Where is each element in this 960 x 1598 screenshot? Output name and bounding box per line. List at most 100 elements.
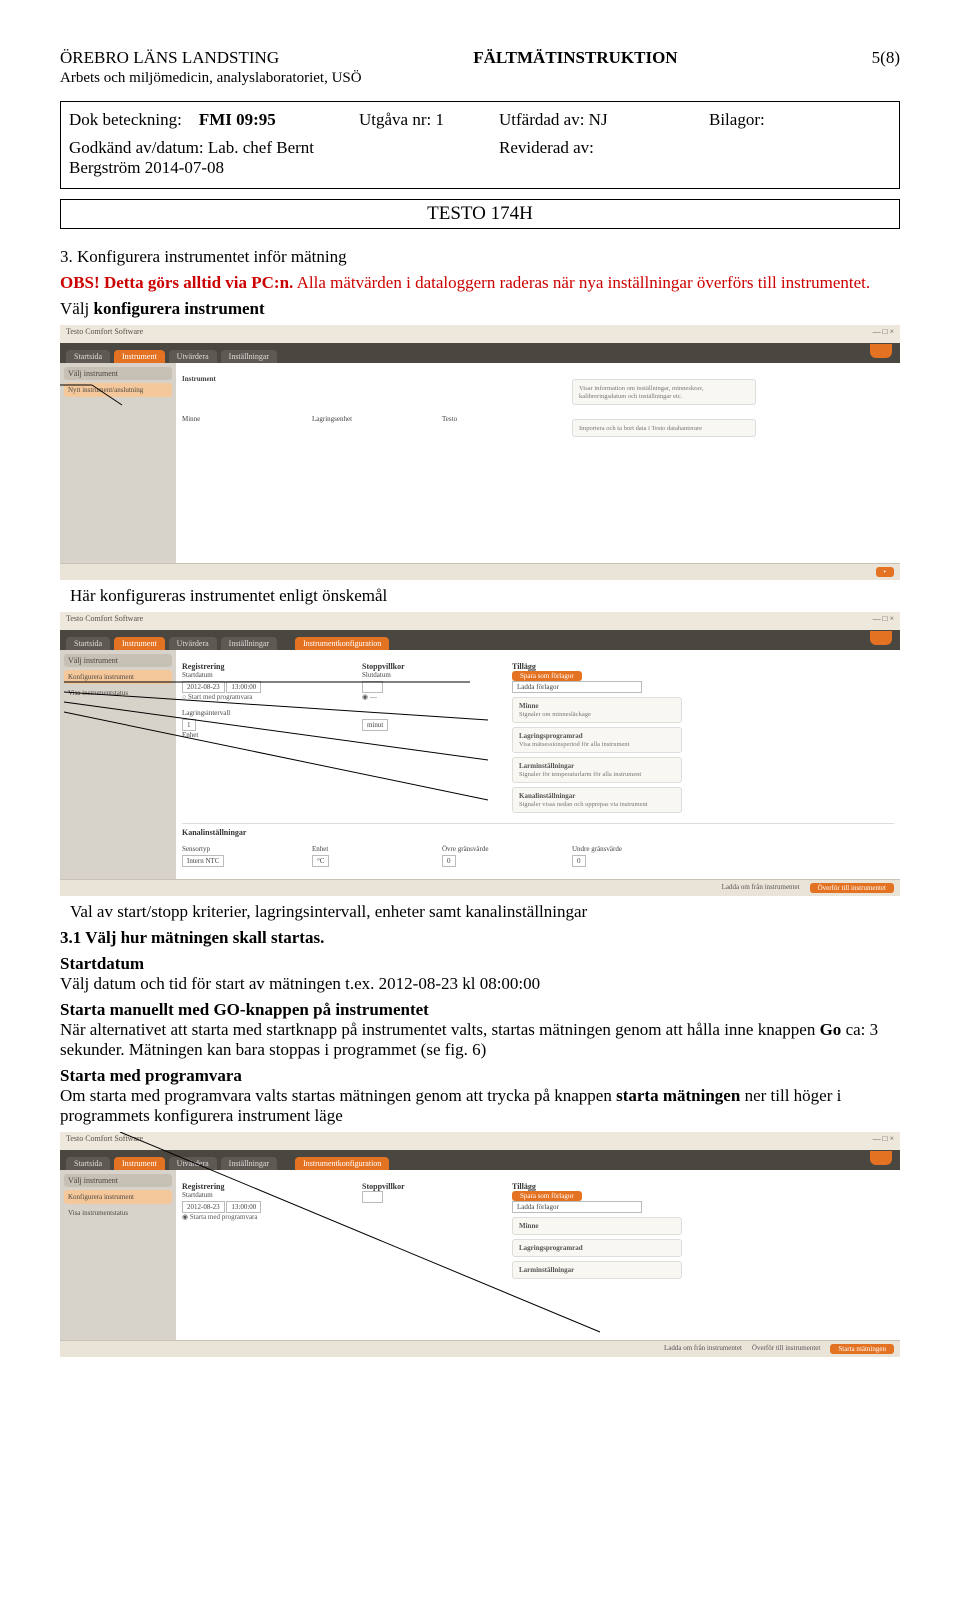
sshot1-info1: Visar information om inställningar, minn… bbox=[579, 385, 704, 400]
sshot3-tab-instr[interactable]: Instrument bbox=[114, 1157, 165, 1170]
s31-heading: 3.1 Välj hur mätningen skall startas. bbox=[60, 928, 900, 948]
sshot3-right-minne: Minne bbox=[519, 1222, 538, 1230]
utg-label: Utgåva nr: 1 bbox=[359, 110, 479, 130]
sshot2-side-head: Välj instrument bbox=[64, 654, 172, 667]
s31-pv-b1: Om starta med programvara valts startas … bbox=[60, 1086, 616, 1105]
testo-title-box: TESTO 174H bbox=[60, 199, 900, 229]
section-heading: 3. Konfigurera instrumentet inför mätnin… bbox=[60, 247, 900, 267]
sshot2-reg-lag-val[interactable]: 1 bbox=[182, 719, 196, 731]
org-name: ÖREBRO LÄNS LANDSTING bbox=[60, 48, 279, 68]
sshot1-footer-btn[interactable]: • bbox=[876, 567, 894, 577]
sshot2-right-kanal-t: Signaler visas nedan och upprepas via in… bbox=[519, 801, 648, 808]
sshot2-right-lagr: Lagringsprogramrad bbox=[519, 732, 583, 740]
sshot3-tab-start[interactable]: Startsida bbox=[66, 1157, 110, 1170]
doc-title: FÄLTMÄTINSTRUKTION bbox=[473, 48, 677, 68]
sshot3-reg-stdatum[interactable]: 2012-08-23 bbox=[182, 1201, 225, 1213]
sshot2-kan-en[interactable]: °C bbox=[312, 855, 329, 867]
sshot1-tab-instr[interactable]: Instrument bbox=[114, 350, 165, 363]
sshot2-kan-ovre-l: Övre gränsvärde bbox=[442, 845, 542, 853]
sshot3-stopp-h: Stoppvillkor bbox=[362, 1182, 405, 1191]
sshot1-p-lagr: Lagringsenhet bbox=[312, 415, 412, 423]
sshot2-tab-utv[interactable]: Utvärdera bbox=[169, 637, 217, 650]
s31-go-h: Starta manuellt med GO-knappen på instru… bbox=[60, 1000, 429, 1019]
sshot2-right-kanal: Kanalinställningar bbox=[519, 792, 575, 800]
sshot2-stopp-slut-l: Slutdatum bbox=[362, 671, 482, 679]
sshot2-winctl: — □ × bbox=[873, 614, 894, 628]
sshot1-testo-logo bbox=[870, 344, 892, 358]
rev-label: Reviderad av: bbox=[499, 138, 689, 178]
sshot1-p-minne: Minne bbox=[182, 415, 282, 423]
sshot2-stopp-radio[interactable]: — bbox=[370, 693, 377, 701]
caption-2: Val av start/stopp kriterier, lagringsin… bbox=[70, 902, 900, 922]
sshot2-side-status[interactable]: Visa instrumentstatus bbox=[64, 686, 172, 700]
sshot3-reg-h: Registrering bbox=[182, 1182, 225, 1191]
sshot3-tab-utv[interactable]: Utvärdera bbox=[169, 1157, 217, 1170]
sshot2-reg-sttid[interactable]: 13:00:00 bbox=[226, 681, 261, 693]
sshot3-side-status[interactable]: Visa instrumentstatus bbox=[64, 1206, 172, 1220]
s31-pv-h: Starta med programvara bbox=[60, 1066, 242, 1085]
sshot3-title: Testo Comfort Software bbox=[66, 1134, 143, 1148]
screenshot-3-anno: Testo Comfort Software — □ × Startsida In… bbox=[60, 1132, 900, 1357]
sshot3-right-save[interactable]: Spara som förlagor bbox=[512, 1191, 582, 1201]
sshot2-kan-ovre[interactable]: 0 bbox=[442, 855, 456, 867]
doc-header: ÖREBRO LÄNS LANDSTING FÄLTMÄTINSTRUKTION… bbox=[60, 48, 900, 68]
dok-label: Dok beteckning: bbox=[69, 110, 182, 129]
s31-sd: Startdatum bbox=[60, 954, 144, 973]
dok-value: FMI 09:95 bbox=[199, 110, 276, 129]
sshot2-tab-instr[interactable]: Instrument bbox=[114, 637, 165, 650]
sshot2-right-larm-t: Signaler för temperaturlarm för alla ins… bbox=[519, 771, 641, 778]
sshot2-right-load[interactable]: Ladda förlagor bbox=[512, 681, 642, 693]
sshot1-tab-inst[interactable]: Inställningar bbox=[221, 350, 277, 363]
obs-label: OBS! bbox=[60, 273, 100, 292]
sshot2-reg-min[interactable]: minut bbox=[362, 719, 388, 731]
s31-sd-body: Välj datum och tid för start av mätninge… bbox=[60, 974, 540, 993]
sshot2-kan-und[interactable]: 0 bbox=[572, 855, 586, 867]
sshot2-tab-konf[interactable]: Instrumentkonfiguration bbox=[295, 637, 389, 650]
sshot2-reg-startprog[interactable]: Start med programvara bbox=[188, 693, 253, 701]
sshot3-tab-inst[interactable]: Inställningar bbox=[221, 1157, 277, 1170]
sshot3-tab-konf[interactable]: Instrumentkonfiguration bbox=[295, 1157, 389, 1170]
sshot2-kan-sp[interactable]: Intern NTC bbox=[182, 855, 224, 867]
sshot2-kan-und-l: Undre gränsvärde bbox=[572, 845, 672, 853]
sshot3-stopp-val[interactable] bbox=[362, 1191, 383, 1203]
sshot1-title: Testo Comfort Software bbox=[66, 327, 143, 341]
sshot2-tab-start[interactable]: Startsida bbox=[66, 637, 110, 650]
sshot2-foot-reload[interactable]: Ladda om från instrumentet bbox=[722, 883, 800, 893]
sshot3-foot-transfer[interactable]: Överför till instrumentet bbox=[752, 1344, 820, 1354]
sshot2-reg-stdatum-l: Startdatum bbox=[182, 671, 332, 679]
sshot3-reg-sttid[interactable]: 13:00:00 bbox=[226, 1201, 261, 1213]
sshot2-side-konf[interactable]: Konfigurera instrument bbox=[64, 670, 172, 684]
sshot1-tab-utv[interactable]: Utvärdera bbox=[169, 350, 217, 363]
sshot3-right-lagr: Lagringsprogramrad bbox=[519, 1244, 583, 1252]
sshot3-foot-reload[interactable]: Ladda om från instrumentet bbox=[664, 1344, 742, 1354]
sshot2-right-minne: Minne bbox=[519, 702, 538, 710]
sshot1-side-item-new[interactable]: Nytt instrument/anslutning bbox=[64, 383, 172, 397]
sshot1-winctl: — □ × bbox=[873, 327, 894, 341]
sshot2-foot-transfer[interactable]: Överför till instrumentet bbox=[810, 883, 894, 893]
sshot3-side-konf[interactable]: Konfigurera instrument bbox=[64, 1190, 172, 1204]
utf-label: Utfärdad av: NJ bbox=[499, 110, 689, 130]
sshot3-reg-radio[interactable]: Starta med programvara bbox=[190, 1213, 258, 1221]
sshot2-right-save[interactable]: Spara som förlagor bbox=[512, 671, 582, 681]
sshot3-winctl: — □ × bbox=[873, 1134, 894, 1148]
screenshot-3: Testo Comfort Software — □ × Startsida In… bbox=[60, 1132, 900, 1357]
sub-org: Arbets och miljömedicin, analyslaborator… bbox=[60, 70, 900, 87]
godkand-label: Godkänd av/datum: bbox=[69, 138, 204, 157]
meta-box: Dok beteckning: FMI 09:95 Utgåva nr: 1 U… bbox=[60, 101, 900, 189]
sshot2-reg-stdatum[interactable]: 2012-08-23 bbox=[182, 681, 225, 693]
s31-go-b2: Go bbox=[820, 1020, 842, 1039]
sshot2-right-lagr-t: Visa mätsessionsperiod för alla instrume… bbox=[519, 741, 629, 748]
sshot2-stopp-slut[interactable] bbox=[362, 681, 383, 693]
sshot3-foot-start[interactable]: Starta mätningen bbox=[830, 1344, 894, 1354]
sshot1-tab-start[interactable]: Startsida bbox=[66, 350, 110, 363]
obs-pc: Detta görs alltid via PC:n. bbox=[104, 273, 293, 292]
sshot2-g-stopp: Stoppvillkor bbox=[362, 662, 405, 671]
screenshot-1: Testo Comfort Software — □ × Startsida In… bbox=[60, 325, 900, 580]
sshot2-tab-inst[interactable]: Inställningar bbox=[221, 637, 277, 650]
sshot3-till-h: Tillägg bbox=[512, 1182, 536, 1191]
sshot2-reg-lag-l: Lagringsintervall bbox=[182, 709, 332, 717]
sshot3-right-load[interactable]: Ladda förlagor bbox=[512, 1201, 642, 1213]
section-3: 3. Konfigurera instrumentet inför mätnin… bbox=[60, 247, 900, 319]
screenshot-2-anno: Testo Comfort Software— □ × Startsida In… bbox=[60, 612, 900, 896]
sshot1-info2: Importera och ta bort data i Testo datah… bbox=[579, 425, 702, 432]
